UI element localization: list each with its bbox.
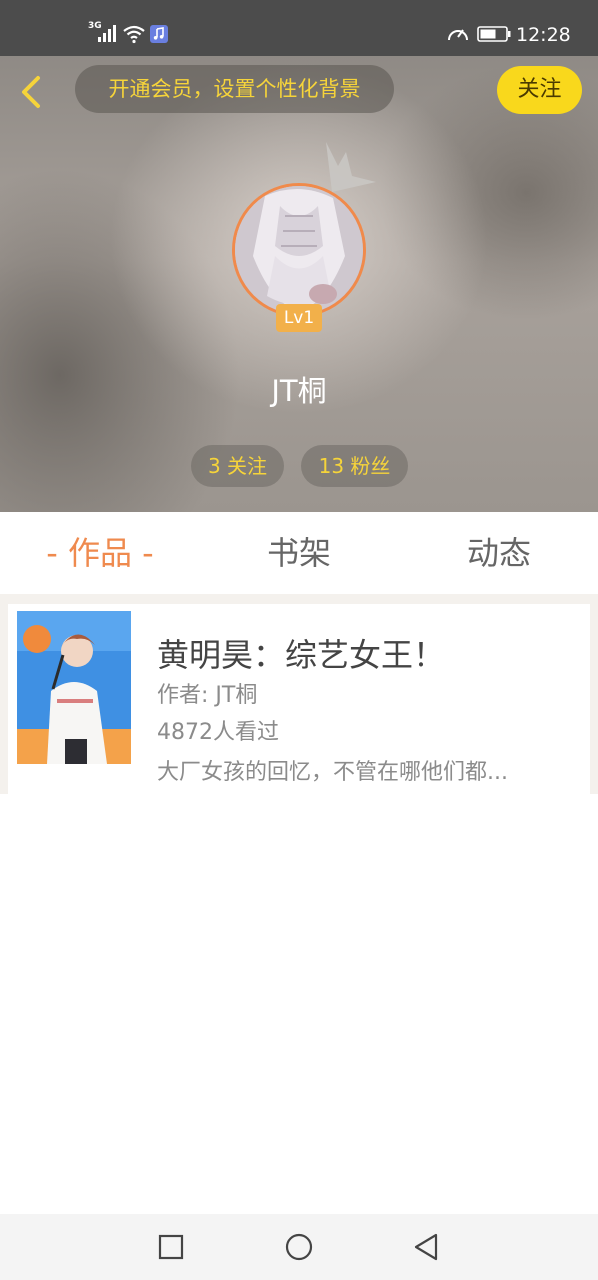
signal-icon bbox=[98, 25, 116, 42]
back-icon[interactable] bbox=[410, 1231, 442, 1263]
username: JT桐 bbox=[271, 374, 327, 408]
speed-icon bbox=[448, 29, 468, 41]
profile-header: 开通会员，设置个性化背景 关注 Lv1 JT桐 3 关注 13 粉丝 bbox=[0, 56, 598, 512]
wifi-icon bbox=[123, 25, 145, 44]
clock: 12:28 bbox=[516, 24, 571, 46]
following-count[interactable]: 3 关注 bbox=[191, 445, 284, 487]
list-item[interactable]: 黄明昊：综艺女王！ 作者: JT桐 4872人看过 大厂女孩的回忆，不管在哪他们… bbox=[8, 604, 590, 794]
level-badge: Lv1 bbox=[276, 304, 322, 332]
avatar[interactable] bbox=[232, 183, 366, 317]
tab-activity[interactable]: 动态 bbox=[399, 512, 598, 594]
book-cover bbox=[17, 611, 131, 764]
work-title: 黄明昊：综艺女王！ bbox=[157, 636, 446, 674]
tab-works[interactable]: - 作品 - bbox=[0, 512, 200, 594]
status-bar: 3G 12:28 bbox=[0, 0, 598, 56]
avatar-image bbox=[235, 186, 363, 314]
system-nav-bar bbox=[0, 1214, 598, 1280]
work-views: 4872人看过 bbox=[157, 720, 279, 745]
battery-icon bbox=[477, 26, 511, 42]
work-author: 作者: JT桐 bbox=[157, 683, 258, 708]
music-app-icon bbox=[150, 25, 168, 43]
follow-button[interactable]: 关注 bbox=[497, 66, 582, 114]
tab-bookshelf[interactable]: 书架 bbox=[199, 512, 399, 594]
home-icon[interactable] bbox=[283, 1231, 315, 1263]
profile-tabs: - 作品 - 书架 动态 bbox=[0, 512, 598, 594]
chevron-left-icon[interactable] bbox=[14, 72, 50, 112]
recent-apps-icon[interactable] bbox=[155, 1231, 187, 1263]
work-description: 大厂女孩的回忆，不管在哪他们都... bbox=[157, 760, 508, 785]
works-list: 黄明昊：综艺女王！ 作者: JT桐 4872人看过 大厂女孩的回忆，不管在哪他们… bbox=[0, 594, 598, 794]
vip-background-banner[interactable]: 开通会员，设置个性化背景 bbox=[75, 65, 394, 113]
fans-count[interactable]: 13 粉丝 bbox=[301, 445, 408, 487]
